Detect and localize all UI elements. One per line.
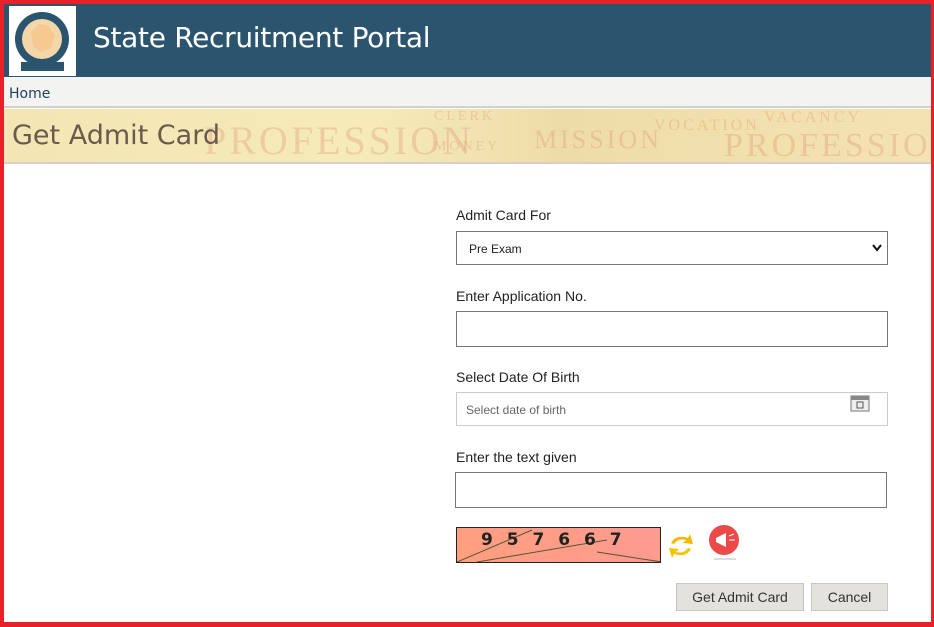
audio-captcha-icon[interactable] — [706, 524, 742, 562]
application-no-label: Enter Application No. — [456, 288, 587, 304]
portal-title: State Recruitment Portal — [93, 21, 431, 54]
breadcrumb: Home — [4, 77, 931, 108]
admit-card-for-select[interactable]: Pre Exam — [456, 231, 888, 265]
banner-watermark: CLERK — [434, 109, 495, 124]
page-title: Get Admit Card — [12, 120, 220, 151]
captcha-input[interactable] — [455, 472, 887, 508]
application-no-input[interactable] — [456, 311, 888, 347]
header: State Recruitment Portal — [4, 4, 931, 77]
page-banner: PROFESSION CLERK MONEY MISSION VOCATION … — [4, 109, 931, 164]
banner-watermark: MISSION — [534, 125, 662, 154]
home-link[interactable]: Home — [9, 86, 50, 102]
chevron-down-icon — [872, 244, 882, 252]
captcha-label: Enter the text given — [456, 449, 577, 465]
dob-placeholder: Select date of birth — [466, 403, 567, 417]
banner-watermark: VACANCY — [764, 109, 863, 126]
refresh-captcha-icon[interactable] — [668, 532, 694, 560]
get-admit-card-button[interactable]: Get Admit Card — [676, 583, 804, 611]
dob-label: Select Date Of Birth — [456, 369, 580, 385]
captcha-text: 9 5 7 6 6 7 — [481, 530, 624, 550]
calendar-icon[interactable] — [850, 394, 870, 412]
dob-input[interactable]: Select date of birth — [456, 392, 888, 426]
cancel-button[interactable]: Cancel — [811, 583, 888, 611]
selected-value: Pre Exam — [469, 242, 522, 256]
captcha-image: 9 5 7 6 6 7 — [456, 527, 661, 563]
admit-card-for-label: Admit Card For — [456, 207, 551, 223]
banner-watermark: MONEY — [434, 139, 501, 154]
portal-logo — [9, 6, 76, 76]
banner-watermark: PROFESSION — [724, 127, 931, 164]
